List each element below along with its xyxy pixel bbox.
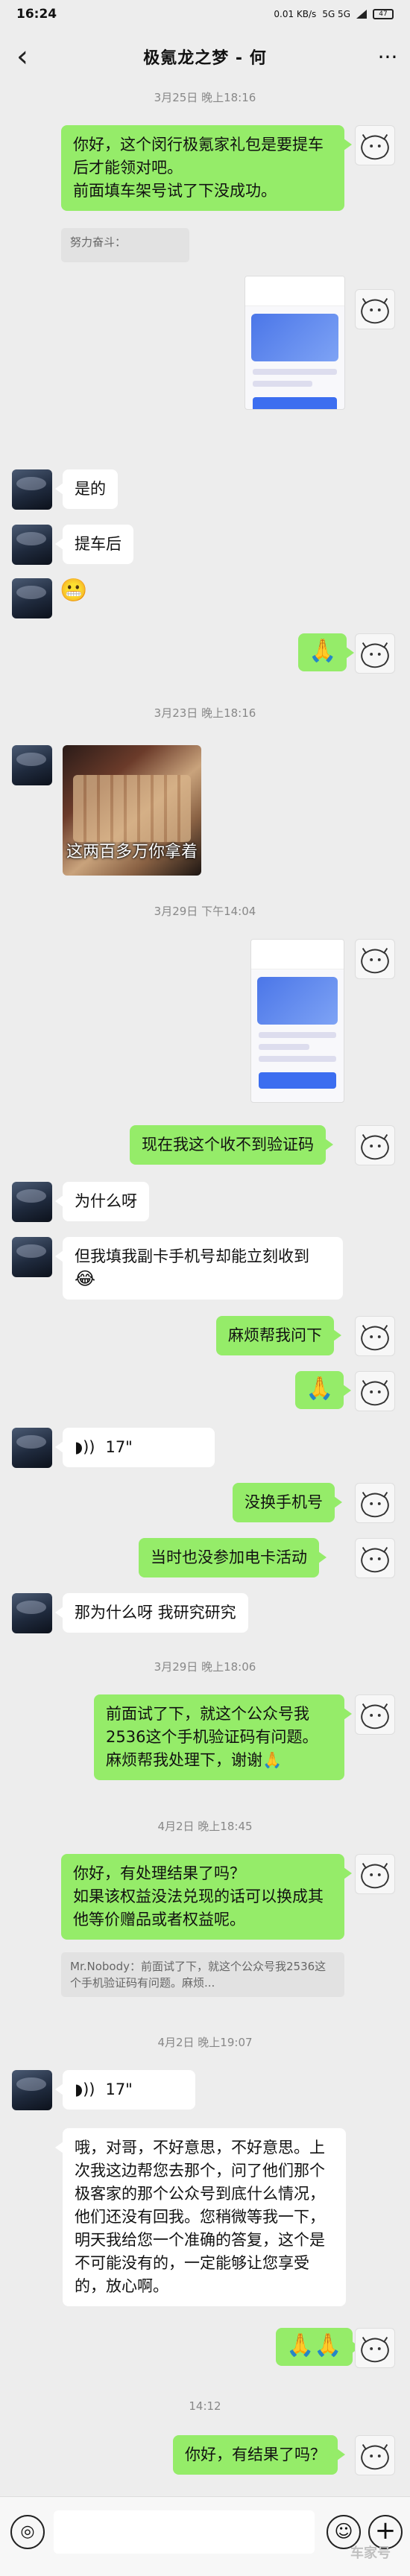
contact-avatar[interactable]	[12, 1237, 52, 1277]
message-input[interactable]	[54, 2510, 315, 2554]
photo-caption: 这两百多万你拿着	[66, 843, 198, 861]
status-time: 16:24	[16, 7, 57, 22]
contact-avatar[interactable]	[12, 469, 52, 510]
image-message-screenshot[interactable]	[245, 276, 345, 410]
battery-icon: 47	[373, 9, 394, 19]
self-avatar[interactable]	[355, 125, 395, 165]
network-speed: 0.01 KB/s	[274, 9, 317, 19]
message-bubble-received[interactable]: 为什么呀	[55, 1182, 149, 1221]
message-bubble-sent[interactable]: 当时也没参加电卡活动	[139, 1538, 327, 1577]
message-bubble-received[interactable]: 那为什么呀 我研究研究	[55, 1593, 248, 1633]
quoted-message[interactable]: 努力奋斗：	[61, 228, 189, 262]
self-avatar[interactable]	[355, 1854, 395, 1894]
voice-message[interactable]: ◗)) 17"	[55, 1428, 215, 1467]
self-avatar[interactable]	[355, 2328, 395, 2368]
voice-duration: 17"	[105, 2080, 133, 2098]
message-bubble-sent[interactable]: 没换手机号	[233, 1483, 342, 1522]
self-avatar[interactable]	[355, 1694, 395, 1735]
image-message-photo[interactable]: 这两百多万你拿着	[63, 745, 201, 876]
message-bubble-sent[interactable]: 🙏🙏	[276, 2328, 360, 2366]
contact-avatar[interactable]	[12, 1182, 52, 1222]
self-avatar[interactable]	[355, 1125, 395, 1165]
grimace-emoji-icon: 😬	[60, 577, 88, 604]
timestamp: 4月2日 晚上18:45	[157, 1820, 253, 1833]
contact-avatar[interactable]	[12, 2070, 52, 2110]
message-bubble-sent[interactable]: 麻烦帮我问下	[216, 1316, 341, 1355]
self-avatar[interactable]	[355, 2435, 395, 2475]
timestamp: 3月29日 晚上18:06	[154, 1660, 256, 1674]
more-options-button[interactable]: ···	[365, 45, 410, 69]
message-bubble-sent[interactable]: 前面试了下，就这个公众号我2536这个手机验证码有问题。麻烦帮我处理下，谢谢🙏	[94, 1694, 352, 1780]
chat-header: ‹ 极氪龙之梦 - 何 ···	[0, 28, 410, 85]
input-bar: ◎ ☺ +	[0, 2496, 410, 2576]
self-avatar[interactable]	[355, 633, 395, 674]
timestamp: 3月29日 下午14:04	[154, 905, 256, 918]
pray-emoji-icon: 🙏🙏	[286, 2332, 342, 2358]
self-avatar[interactable]	[355, 1316, 395, 1356]
self-avatar[interactable]	[355, 1483, 395, 1523]
contact-avatar[interactable]	[12, 1593, 52, 1633]
voice-wave-icon: ◗))	[75, 2080, 95, 2098]
timestamp: 3月23日 晚上18:16	[154, 706, 256, 720]
message-bubble-sent[interactable]: 🙏	[298, 633, 355, 671]
voice-transcription[interactable]: 哦，对哥，不好意思，不好意思。上次我这边帮您去那个，问了他们那个极客家的那个公众…	[55, 2128, 346, 2306]
pray-emoji-icon: 🙏	[309, 638, 337, 664]
contact-avatar[interactable]	[12, 1428, 52, 1468]
self-avatar[interactable]	[355, 289, 395, 329]
message-text: 但我填我副卡手机号却能立刻收到	[75, 1247, 309, 1265]
message-bubble-sent[interactable]: 🙏	[295, 1371, 352, 1409]
voice-input-button[interactable]: ◎	[10, 2515, 45, 2549]
voice-duration: 17"	[105, 1438, 133, 1456]
voice-message[interactable]: ◗)) 17"	[55, 2070, 195, 2110]
quoted-sender: 努力奋斗：	[70, 235, 127, 249]
self-avatar[interactable]	[355, 1538, 395, 1578]
timestamp: 14:12	[189, 2399, 221, 2413]
chat-title: 极氪龙之梦 - 何	[143, 49, 267, 68]
message-bubble-sent[interactable]: 你好，有处理结果了吗？ 如果该权益没法兑现的话可以换成其他等价赠品或者权益呢。	[61, 1854, 352, 1940]
contact-avatar[interactable]	[12, 745, 52, 785]
signal-label: 5G 5G	[322, 9, 350, 19]
message-bubble-received[interactable]: 但我填我副卡手机号却能立刻收到 😂	[55, 1237, 343, 1300]
back-button[interactable]: ‹	[0, 39, 45, 74]
message-bubble-sent[interactable]: 你好，有结果了吗？	[173, 2435, 345, 2475]
message-bubble-received[interactable]: 是的	[55, 469, 118, 509]
message-bubble-sent[interactable]: 你好，这个闵行极氪家礼包是要提车后才能领对吧。 前面填车架号试了下没成功。	[61, 125, 352, 211]
laugh-emoji-icon: 😂	[75, 1268, 96, 1289]
message-bubble-received[interactable]: 提车后	[55, 525, 133, 564]
sticker-message[interactable]: 😬	[60, 580, 87, 602]
contact-avatar[interactable]	[12, 578, 52, 618]
signal-icon	[356, 10, 367, 19]
watermark: 车家号	[350, 2545, 391, 2561]
quoted-message[interactable]: Mr.Nobody：前面试了下，就这个公众号我2536这个手机验证码有问题。麻烦…	[61, 1952, 344, 1997]
voice-wave-icon: ◗))	[75, 1438, 95, 1456]
timestamp: 3月25日 晚上18:16	[154, 91, 256, 104]
timestamp: 4月2日 晚上19:07	[157, 2036, 253, 2049]
image-message-screenshot[interactable]	[250, 939, 344, 1103]
pray-emoji-icon: 🙏	[306, 1376, 334, 1402]
self-avatar[interactable]	[355, 1371, 395, 1411]
contact-avatar[interactable]	[12, 525, 52, 565]
message-bubble-sent[interactable]: 现在我这个收不到验证码	[130, 1125, 333, 1165]
self-avatar[interactable]	[355, 939, 395, 979]
status-bar: 16:24 0.01 KB/s 5G 5G 47	[0, 0, 410, 28]
